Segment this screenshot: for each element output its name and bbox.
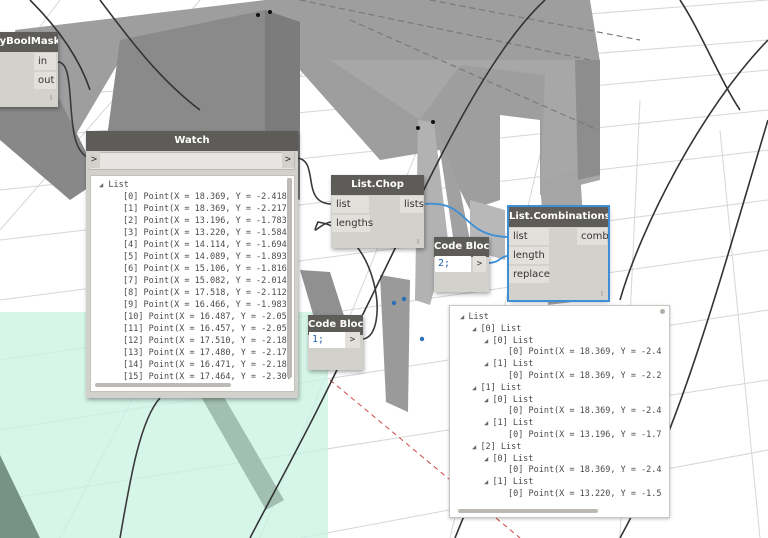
code-input[interactable]: 1; [309, 332, 345, 348]
preview-line[interactable]: ◢ [1] List [484, 418, 533, 429]
preview-line-text: [0] Point(X = 18.369, Y = -2.4 [508, 347, 662, 358]
watch-item[interactable]: [5] Point(X = 14.089, Y = -1.893, [123, 252, 292, 263]
node-marker: I [417, 238, 420, 246]
preview-line[interactable]: [0] Point(X = 18.369, Y = -2.4 [508, 465, 662, 476]
list-chop-node[interactable]: List.Chop list lengths lists I [331, 175, 424, 248]
watch-input-port[interactable]: > [88, 152, 100, 168]
bool-mask-node[interactable]: ByBoolMask in out I [0, 32, 58, 107]
node-title: ByBoolMask [0, 32, 58, 52]
preview-line[interactable]: ◢ [0] List [484, 336, 533, 347]
preview-line-text: [1] List [492, 418, 534, 429]
watch-node[interactable]: Watch > > ◢ List [0] Point(X = 18.369, Y… [86, 131, 298, 398]
preview-line[interactable]: ◢ [1] List [472, 383, 521, 394]
preview-line[interactable]: [0] Point(X = 18.369, Y = -2.4 [508, 347, 662, 358]
watch-content-tree[interactable]: ◢ List [0] Point(X = 18.369, Y = -2.418,… [90, 175, 295, 392]
input-port-lengths[interactable]: lengths [332, 215, 373, 232]
node-title: List.Chop [331, 175, 424, 195]
watch-item[interactable]: [11] Point(X = 16.457, Y = -2.052 [123, 324, 292, 335]
preview-line[interactable]: ◢ [0] List [484, 395, 533, 406]
node-title: Watch [86, 131, 298, 151]
input-port-list[interactable]: list [332, 196, 369, 213]
watch-item[interactable]: [9] Point(X = 16.466, Y = -1.983, [123, 300, 292, 311]
preview-line-text: [0] Point(X = 13.196, Y = -1.7 [508, 430, 662, 440]
output-port-comb[interactable]: comb [577, 228, 609, 245]
output-port-lists[interactable]: lists [400, 196, 424, 213]
watch-item[interactable]: [8] Point(X = 17.518, Y = -2.112, [123, 288, 292, 299]
list-combinations-node[interactable]: List.Combinations list length replace co… [507, 205, 610, 302]
watch-item[interactable]: [2] Point(X = 13.196, Y = -1.783, [123, 216, 292, 227]
preview-line[interactable]: ◢ [0] List [472, 324, 521, 335]
input-port-replace[interactable]: replace [509, 266, 550, 283]
preview-line-text: [1] List [492, 359, 534, 370]
horizontal-scrollbar[interactable] [95, 383, 231, 387]
watch-item[interactable]: [10] Point(X = 16.487, Y = -2.056 [123, 312, 292, 323]
preview-line-text: [2] List [480, 441, 522, 452]
watch-item[interactable]: [1] Point(X = 18.369, Y = -2.217, [123, 204, 292, 215]
vertical-scrollbar[interactable] [287, 178, 292, 378]
preview-line[interactable]: [0] Point(X = 18.369, Y = -2.2 [508, 371, 662, 382]
preview-line-text: [0] Point(X = 18.369, Y = -2.2 [508, 371, 662, 381]
input-port-length[interactable]: length [509, 247, 549, 264]
watch-item[interactable]: [13] Point(X = 17.480, Y = -2.178 [123, 348, 292, 359]
dynamo-canvas[interactable]: ByBoolMask in out I Watch > > ◢ List [0]… [0, 0, 768, 538]
watch-item[interactable]: [0] Point(X = 18.369, Y = -2.418, [123, 192, 292, 203]
watch-output-port[interactable]: > [282, 152, 294, 168]
watch-item[interactable]: [6] Point(X = 15.106, Y = -1.816, [123, 264, 292, 275]
watch-item[interactable]: [15] Point(X = 17.464, Y = -2.307 [123, 372, 292, 383]
preview-line-text: [0] List [492, 453, 534, 464]
code-input[interactable]: 2; [435, 256, 471, 272]
preview-line-text: [0] List [492, 394, 534, 405]
watch-io-bar [89, 152, 295, 170]
watch-item[interactable]: [14] Point(X = 16.471, Y = -2.185 [123, 360, 292, 371]
watch-item[interactable]: [4] Point(X = 14.114, Y = -1.694, [123, 240, 292, 251]
preview-line[interactable]: ◢ [1] List [484, 359, 533, 370]
tree-root[interactable]: ◢ List [99, 180, 129, 191]
output-port[interactable]: > [473, 256, 486, 272]
watch-item[interactable]: [7] Point(X = 15.082, Y = -2.014, [123, 276, 292, 287]
preview-line-text: [0] Point(X = 13.220, Y = -1.5 [508, 489, 662, 499]
node-marker: I [601, 290, 604, 298]
preview-line[interactable]: [0] Point(X = 13.220, Y = -1.5 [508, 489, 662, 500]
preview-line-text: [0] Point(X = 18.369, Y = -2.4 [508, 406, 662, 417]
watch-item[interactable]: [3] Point(X = 13.220, Y = -1.584, [123, 228, 292, 239]
watch-item[interactable]: [12] Point(X = 17.510, Y = -2.182 [123, 336, 292, 347]
node-marker: I [50, 94, 53, 102]
preview-line[interactable]: ◢ [0] List [484, 454, 533, 465]
input-port-list[interactable]: list [509, 228, 549, 245]
code-block-node-2[interactable]: Code Block 2; > [434, 237, 489, 292]
preview-line[interactable]: [0] Point(X = 18.369, Y = -2.4 [508, 406, 662, 417]
triangle-down-icon: ◢ [99, 181, 104, 189]
preview-line-text: [1] List [492, 477, 534, 488]
preview-bubble[interactable]: ◢ List ◢ [0] List ◢ [0] List [0] Point(X = … [449, 305, 670, 518]
preview-line-text: [0] Point(X = 18.369, Y = -2.4 [508, 465, 662, 476]
pin-icon[interactable] [660, 309, 665, 314]
preview-line[interactable]: ◢ [2] List [472, 442, 521, 453]
preview-line-text: [1] List [480, 382, 522, 393]
output-port[interactable]: > [345, 332, 360, 348]
preview-line-text: List [468, 312, 489, 322]
horizontal-scrollbar[interactable] [458, 509, 598, 513]
node-title: List.Combinations [509, 207, 608, 227]
preview-line-text: [0] List [492, 335, 534, 346]
preview-line[interactable]: ◢ [1] List [484, 477, 533, 488]
node-title: Code Block [434, 237, 489, 257]
output-port-out[interactable]: out [34, 72, 56, 89]
preview-line-text: [0] List [480, 323, 522, 334]
preview-line[interactable]: [0] Point(X = 13.196, Y = -1.7 [508, 430, 662, 441]
input-port-in[interactable]: in [34, 53, 56, 70]
preview-line[interactable]: ◢ List [460, 312, 489, 323]
code-block-node-1[interactable]: Code Block 1; > [308, 315, 363, 370]
